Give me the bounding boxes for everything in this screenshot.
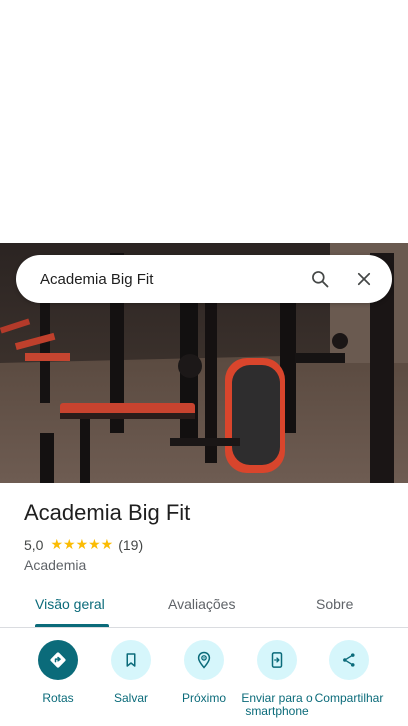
- send-to-phone-icon: [257, 640, 297, 680]
- nearby-button[interactable]: Próximo: [166, 640, 242, 705]
- directions-button[interactable]: Rotas: [20, 640, 96, 705]
- directions-icon: [38, 640, 78, 680]
- rating-row[interactable]: 5,0 ★★★★★ (19): [24, 536, 143, 553]
- nearby-icon: [184, 640, 224, 680]
- place-title: Academia Big Fit: [24, 500, 191, 525]
- share-icon: [329, 640, 369, 680]
- close-icon[interactable]: [342, 257, 386, 301]
- share-label: Compartilhar: [314, 691, 384, 705]
- active-tab-indicator: [35, 624, 109, 627]
- directions-label: Rotas: [42, 691, 74, 705]
- action-bar: Rotas Salvar Próximo Enviar para o smart…: [0, 640, 408, 726]
- share-button[interactable]: Compartilhar: [311, 640, 387, 705]
- star-rating-icon: ★★★★★: [50, 536, 114, 552]
- search-icon[interactable]: [298, 257, 342, 301]
- tab-overview[interactable]: Visão geral: [35, 596, 105, 612]
- nearby-label: Próximo: [181, 691, 226, 705]
- tab-reviews[interactable]: Avaliações: [168, 596, 235, 612]
- bookmark-icon: [111, 640, 151, 680]
- place-tabs: Visão geral Avaliações Sobre: [0, 586, 408, 628]
- send-to-phone-button[interactable]: Enviar para o smartphone: [239, 640, 315, 718]
- place-category: Academia: [24, 557, 87, 573]
- map-area-blank: [0, 0, 408, 243]
- save-label: Salvar: [113, 691, 148, 705]
- save-button[interactable]: Salvar: [93, 640, 169, 705]
- tab-about[interactable]: Sobre: [316, 596, 353, 612]
- review-count[interactable]: (19): [118, 537, 143, 553]
- search-bar[interactable]: Academia Big Fit: [16, 255, 392, 303]
- search-input[interactable]: Academia Big Fit: [40, 271, 298, 288]
- rating-value: 5,0: [24, 536, 44, 553]
- send-to-phone-label: Enviar para o smartphone: [241, 691, 313, 718]
